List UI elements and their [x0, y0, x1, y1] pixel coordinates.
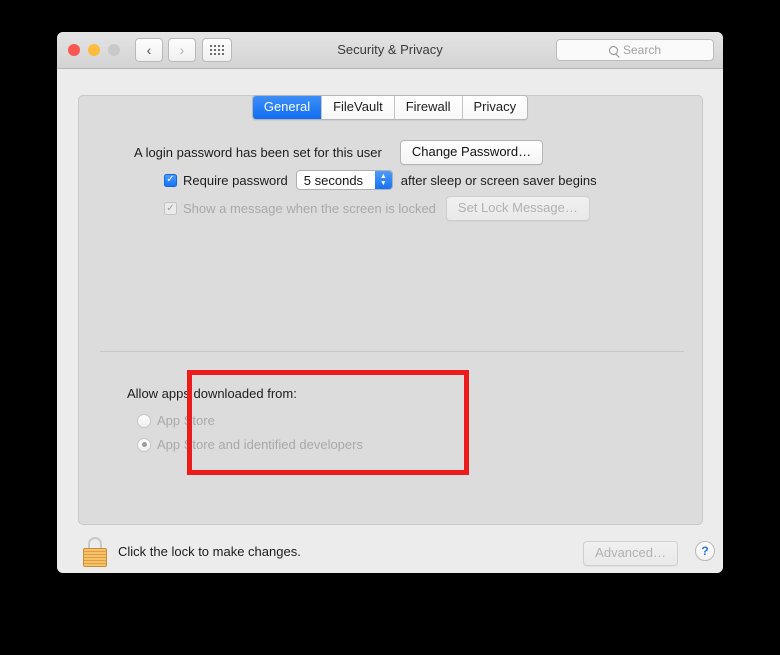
lock-hint-text: Click the lock to make changes. [118, 544, 301, 559]
search-icon [608, 45, 618, 55]
password-delay-value: 5 seconds [303, 173, 364, 188]
password-delay-dropdown[interactable]: 5 seconds ▲ ▼ [295, 170, 393, 190]
search-input[interactable]: Search [556, 39, 714, 61]
set-lock-message-button: Set Lock Message… [445, 196, 590, 221]
show-lock-message-checkbox: ✓ [164, 202, 177, 215]
lock-body-icon [83, 548, 107, 567]
tab-group: General FileVault Firewall Privacy [251, 95, 529, 120]
change-password-button[interactable]: Change Password… [399, 140, 544, 165]
tab-bar: General FileVault Firewall Privacy [57, 95, 723, 120]
section-divider [100, 351, 684, 352]
lock-icon[interactable] [83, 537, 107, 567]
tab-privacy[interactable]: Privacy [462, 96, 528, 119]
login-password-row: A login password has been set for this u… [134, 140, 544, 165]
show-lock-message-label: Show a message when the screen is locked [183, 201, 436, 216]
lock-message-row: ✓ Show a message when the screen is lock… [164, 196, 590, 221]
radio-app-store-identified-developers [137, 437, 151, 452]
tab-firewall[interactable]: Firewall [394, 96, 463, 119]
require-password-suffix: after sleep or screen saver begins [400, 172, 597, 188]
radio-selected-dot-icon [141, 442, 147, 447]
require-password-label: Require password [183, 172, 288, 188]
window-footer: Click the lock to make changes. Advanced… [57, 537, 723, 573]
tab-filevault[interactable]: FileVault [322, 96, 395, 119]
gatekeeper-highlight-box [187, 370, 469, 475]
stepper-arrows-icon[interactable]: ▲ ▼ [374, 171, 392, 189]
search-placeholder: Search [622, 43, 662, 57]
advanced-button: Advanced… [583, 541, 678, 566]
help-button[interactable]: ? [695, 541, 715, 561]
window-toolbar: ‹ › Security & Privacy Search [57, 32, 723, 69]
require-password-checkbox[interactable]: ✓ [164, 173, 177, 187]
tab-general[interactable]: General [252, 96, 323, 119]
login-password-status: A login password has been set for this u… [134, 145, 382, 160]
require-password-row: ✓ Require password 5 seconds ▲ ▼ after sl… [164, 170, 597, 190]
radio-app-store [137, 413, 151, 428]
